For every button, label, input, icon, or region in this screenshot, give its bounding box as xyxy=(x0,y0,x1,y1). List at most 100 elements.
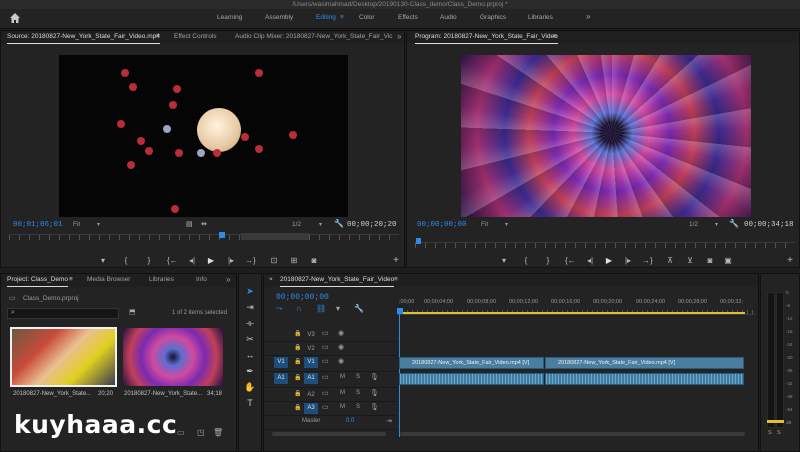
workspace-editing[interactable]: Editing xyxy=(316,14,336,21)
tab-effect-controls[interactable]: Effect Controls xyxy=(174,31,217,43)
program-playhead[interactable] xyxy=(416,238,421,244)
source-video-frame[interactable] xyxy=(59,55,348,217)
sync-lock-icon[interactable]: ▭ xyxy=(322,329,329,337)
track-name-a3[interactable]: A3 xyxy=(304,403,318,414)
timeline-horizontal-scrollbar[interactable] xyxy=(400,432,745,436)
program-time-ruler[interactable] xyxy=(415,242,795,248)
add-marker-timeline-icon[interactable]: ▾ xyxy=(336,304,340,313)
source-settings-wrench-icon[interactable]: 🔧 xyxy=(334,219,344,228)
program-tab-menu-icon[interactable]: ≡ xyxy=(553,31,557,43)
program-fit-select[interactable]: Fit xyxy=(481,221,488,228)
lock-icon[interactable]: 🔒 xyxy=(294,404,301,411)
mark-in-icon[interactable]: { xyxy=(121,256,131,266)
program-export-frame-icon[interactable]: ◙ xyxy=(705,256,715,266)
step-forward-icon[interactable]: |▸ xyxy=(226,256,236,266)
tab-project[interactable]: Project: Class_Demo xyxy=(7,274,69,287)
ripple-edit-tool-icon[interactable]: ⟛ xyxy=(243,316,257,330)
sync-lock-icon[interactable]: ▭ xyxy=(322,373,329,381)
go-to-icon[interactable]: ⇥ xyxy=(386,417,392,425)
program-go-to-out-icon[interactable]: →} xyxy=(642,256,653,266)
microphone-icon[interactable]: 🎙 xyxy=(370,373,379,381)
sync-lock-icon[interactable]: ▭ xyxy=(322,343,329,351)
timeline-settings-icon[interactable]: 🔧 xyxy=(354,304,364,313)
lock-icon[interactable]: 🔒 xyxy=(294,344,301,351)
track-name-v3[interactable]: V3 xyxy=(304,330,318,340)
snap-icon[interactable]: ∩ xyxy=(296,304,302,313)
timeline-close-icon[interactable]: × xyxy=(269,274,273,286)
workspace-menu-icon[interactable]: ≡ xyxy=(340,14,344,21)
tab-source[interactable]: Source: 20180827-New_York_State_Fair_Vid… xyxy=(7,31,160,44)
lock-icon[interactable]: 🔒 xyxy=(294,390,301,397)
nest-icon[interactable]: ⤳ xyxy=(276,304,282,314)
audio-clip-2[interactable] xyxy=(545,373,744,385)
trash-icon[interactable]: 🗑 xyxy=(213,428,223,437)
source-tabs-more-icon[interactable]: » xyxy=(397,31,401,43)
workspace-graphics[interactable]: Graphics xyxy=(480,14,506,21)
eye-icon[interactable]: ◉ xyxy=(338,329,344,337)
workspace-libraries[interactable]: Libraries xyxy=(528,14,553,21)
source-fit-chevron-icon[interactable]: ▾ xyxy=(97,221,100,228)
solo-right-button[interactable]: S xyxy=(777,430,781,436)
audio-clip-1[interactable] xyxy=(399,373,544,385)
timeline-tab-menu-icon[interactable]: ≡ xyxy=(394,274,398,286)
tab-timeline-sequence[interactable]: 20180827-New_York_State_Fair_Video xyxy=(280,274,395,287)
source-playhead[interactable] xyxy=(219,232,225,238)
tab-program[interactable]: Program: 20180827-New_York_State_Fair_Vi… xyxy=(415,31,558,44)
sync-lock-icon[interactable]: ▭ xyxy=(322,357,329,365)
program-step-back-icon[interactable]: ◂| xyxy=(585,256,595,266)
sync-lock-icon[interactable]: ▭ xyxy=(322,389,329,397)
tab-info[interactable]: Info xyxy=(196,274,207,286)
program-add-button-icon[interactable]: + xyxy=(785,256,795,266)
video-clip-1[interactable]: 20180827-New_York_State_Fair_Video.mp4 [… xyxy=(399,357,544,369)
microphone-icon[interactable]: 🎙 xyxy=(370,389,379,397)
linked-selection-icon[interactable]: ⛓ xyxy=(316,304,326,313)
program-go-to-in-icon[interactable]: {← xyxy=(565,256,576,266)
lock-icon[interactable]: 🔒 xyxy=(294,358,301,365)
workspace-effects[interactable]: Effects xyxy=(398,14,418,21)
extract-icon[interactable]: ⊻ xyxy=(685,256,695,266)
work-area-bar[interactable] xyxy=(397,312,745,314)
program-add-marker-icon[interactable]: ▾ xyxy=(499,256,509,266)
go-to-in-icon[interactable]: {← xyxy=(167,256,178,266)
track-name-a2[interactable]: A2 xyxy=(304,390,318,400)
mute-button[interactable]: M xyxy=(340,390,345,396)
microphone-icon[interactable]: 🎙 xyxy=(370,403,379,411)
overwrite-icon[interactable]: ⊞ xyxy=(289,256,299,266)
source-in-out-range[interactable] xyxy=(241,233,309,240)
mute-button[interactable]: M xyxy=(340,374,345,380)
source-add-button-icon[interactable]: + xyxy=(391,256,401,266)
lock-icon[interactable]: 🔒 xyxy=(294,374,301,381)
lift-icon[interactable]: ⊼ xyxy=(665,256,675,266)
master-volume-value[interactable]: 0.0 xyxy=(346,418,354,424)
track-name-v2[interactable]: V2 xyxy=(304,344,318,354)
lock-icon[interactable]: 🔒 xyxy=(294,330,301,337)
program-playhead-timecode[interactable]: 00;00;00;00 xyxy=(417,221,467,229)
project-tabs-more-icon[interactable]: » xyxy=(226,274,230,286)
track-header-scrollbar[interactable] xyxy=(272,432,386,436)
home-icon[interactable] xyxy=(9,12,21,24)
source-tab-menu-icon[interactable]: ≡ xyxy=(156,31,160,43)
solo-button[interactable]: S xyxy=(356,390,360,396)
timeline-playhead-handle[interactable] xyxy=(397,308,403,314)
compare-view-icon[interactable]: ▣ xyxy=(723,256,733,266)
solo-button[interactable]: S xyxy=(356,404,360,410)
workspace-audio[interactable]: Audio xyxy=(440,14,457,21)
program-step-forward-icon[interactable]: |▸ xyxy=(623,256,633,266)
program-play-icon[interactable]: ▶ xyxy=(604,256,614,266)
source-time-ruler[interactable] xyxy=(9,234,399,240)
insert-marker-icon[interactable]: ▤ xyxy=(186,220,193,228)
export-frame-icon[interactable]: ◙ xyxy=(309,256,319,266)
solo-left-button[interactable]: S xyxy=(768,430,772,436)
track-name-v1[interactable]: V1 xyxy=(304,357,318,368)
project-item-thumbnail-1[interactable] xyxy=(10,327,117,387)
tab-audio-clip-mixer[interactable]: Audio Clip Mixer: 20180827-New_York_Stat… xyxy=(235,31,393,43)
type-tool-icon[interactable]: T xyxy=(243,396,257,410)
workspace-learning[interactable]: Learning xyxy=(217,14,242,21)
slip-tool-icon[interactable]: ↔ xyxy=(243,348,257,362)
tab-libraries[interactable]: Libraries xyxy=(149,274,174,286)
play-icon[interactable]: ▶ xyxy=(206,256,216,266)
source-fit-select[interactable]: Fit xyxy=(73,221,80,228)
selection-tool-icon[interactable]: ➤ xyxy=(243,284,257,298)
insert-icon[interactable]: ⊡ xyxy=(269,256,279,266)
program-mark-in-icon[interactable]: { xyxy=(521,256,531,266)
